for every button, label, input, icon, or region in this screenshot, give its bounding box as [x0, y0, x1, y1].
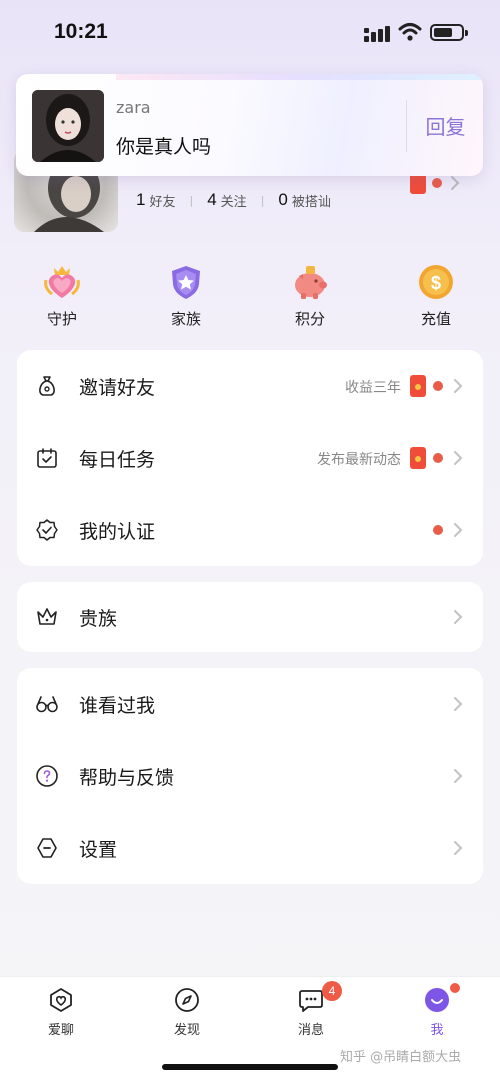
- notice-dot: [450, 983, 460, 993]
- help-circle-icon: [36, 765, 58, 787]
- tab-label: 我: [430, 1023, 444, 1038]
- cellular-signal-icon: [364, 26, 390, 42]
- menu-item-hint: 收益三年: [345, 380, 401, 396]
- tab-discover[interactable]: 发现: [142, 987, 232, 1043]
- heart-chat-icon: [50, 988, 72, 1012]
- chevron-right-icon: [454, 610, 463, 624]
- quick-action-recharge[interactable]: $ 充值: [396, 262, 476, 332]
- red-packet-icon: [410, 447, 426, 469]
- chevron-right-icon: [451, 176, 460, 190]
- tab-label: 爱聊: [47, 1023, 74, 1038]
- menu-item-my-verification[interactable]: 我的认证: [17, 494, 483, 566]
- menu-item-label: 谁看过我: [79, 695, 156, 717]
- message-notification[interactable]: zara 你是真人吗 回复: [16, 74, 483, 176]
- stats-divider: |: [189, 193, 194, 207]
- chevron-right-icon: [454, 769, 463, 783]
- sender-avatar: [32, 90, 104, 162]
- message-text: 你是真人吗: [116, 136, 212, 158]
- notice-dot: [433, 453, 443, 463]
- message-icon: [299, 990, 323, 1012]
- chevron-right-icon: [454, 379, 463, 393]
- quick-action-label: 家族: [170, 310, 201, 328]
- quick-action-label: 积分: [294, 310, 325, 328]
- menu-item-label: 我的认证: [79, 521, 156, 543]
- wifi-icon: [398, 23, 422, 41]
- chevron-right-icon: [454, 523, 463, 537]
- notice-dot: [433, 381, 443, 391]
- menu-item-daily-tasks[interactable]: 每日任务 发布最新动态: [17, 422, 483, 494]
- reply-button[interactable]: 回复: [408, 74, 483, 176]
- notice-dot: [433, 525, 443, 535]
- unread-badge: 4: [322, 981, 342, 1001]
- home-indicator[interactable]: [162, 1064, 338, 1070]
- glasses-icon: [36, 696, 58, 713]
- following-count[interactable]: 4: [207, 190, 216, 210]
- red-packet-icon: [410, 375, 426, 397]
- menu-item-nobility[interactable]: 贵族: [17, 581, 483, 653]
- chevron-right-icon: [454, 841, 463, 855]
- profile-stats: 1 好友 | 4 关注 | 0 被搭讪: [136, 190, 331, 210]
- sender-name: zara: [116, 98, 151, 117]
- crown-icon: [37, 608, 57, 625]
- quick-action-family[interactable]: 家族: [146, 262, 226, 332]
- piggy-bank-icon: [295, 266, 327, 299]
- tab-me[interactable]: 我: [392, 983, 482, 1043]
- dollar-coin-icon: $: [419, 265, 453, 299]
- menu-item-label: 每日任务: [79, 449, 156, 471]
- watermark: 知乎 @吊睛白额大虫: [340, 1050, 462, 1065]
- money-bag-icon: [39, 376, 55, 396]
- calendar-check-icon: [37, 448, 57, 468]
- family-shield-icon: [172, 266, 200, 299]
- tab-label: 消息: [297, 1023, 324, 1038]
- menu-card-misc: 谁看过我 帮助与反馈 设置: [17, 668, 483, 884]
- menu-card-invite-tasks: 邀请好友 收益三年 每日任务 发布最新动态 我的认证: [17, 350, 483, 566]
- status-bar: 10:21: [0, 0, 500, 64]
- compass-icon: [175, 988, 199, 1012]
- quick-action-label: 充值: [420, 310, 451, 328]
- menu-item-label: 贵族: [79, 608, 118, 630]
- menu-item-hint: 发布最新动态: [317, 452, 401, 468]
- friends-count[interactable]: 1: [136, 190, 145, 210]
- sender-avatar-image: [32, 90, 104, 162]
- tab-ailiao[interactable]: 爱聊: [16, 987, 106, 1043]
- stats-divider: |: [260, 193, 265, 207]
- menu-item-label: 邀请好友: [79, 377, 156, 399]
- quick-action-guard[interactable]: 守护: [22, 262, 102, 332]
- notification-divider: [406, 100, 407, 152]
- notice-dot: [432, 178, 442, 188]
- badge-check-icon: [36, 519, 58, 541]
- friends-label[interactable]: 好友: [149, 191, 175, 210]
- chevron-right-icon: [454, 697, 463, 711]
- tab-label: 发现: [173, 1023, 200, 1038]
- approached-label[interactable]: 被搭讪: [292, 191, 331, 210]
- status-time: 10:21: [54, 20, 108, 43]
- quick-actions: 守护 家族 积分 $ 充值: [0, 262, 500, 332]
- menu-item-invite-friends[interactable]: 邀请好友 收益三年: [17, 350, 483, 422]
- quick-action-points[interactable]: 积分: [270, 262, 350, 332]
- menu-item-label: 设置: [79, 839, 118, 861]
- menu-item-who-viewed-me[interactable]: 谁看过我: [17, 668, 483, 740]
- approached-count[interactable]: 0: [278, 190, 287, 210]
- me-smile-icon: [425, 988, 449, 1012]
- quick-action-label: 守护: [46, 310, 77, 328]
- menu-item-label: 帮助与反馈: [79, 767, 175, 789]
- following-label[interactable]: 关注: [221, 191, 247, 210]
- chevron-right-icon: [454, 451, 463, 465]
- menu-item-help-feedback[interactable]: 帮助与反馈: [17, 740, 483, 812]
- battery-icon: [430, 24, 468, 41]
- svg-text:$: $: [431, 273, 441, 293]
- menu-item-settings[interactable]: 设置: [17, 812, 483, 884]
- tab-messages[interactable]: 4 消息: [266, 981, 356, 1043]
- menu-card-nobility: 贵族: [17, 582, 483, 652]
- settings-hexagon-icon: [37, 838, 57, 858]
- guard-heart-crown-icon: [44, 266, 80, 298]
